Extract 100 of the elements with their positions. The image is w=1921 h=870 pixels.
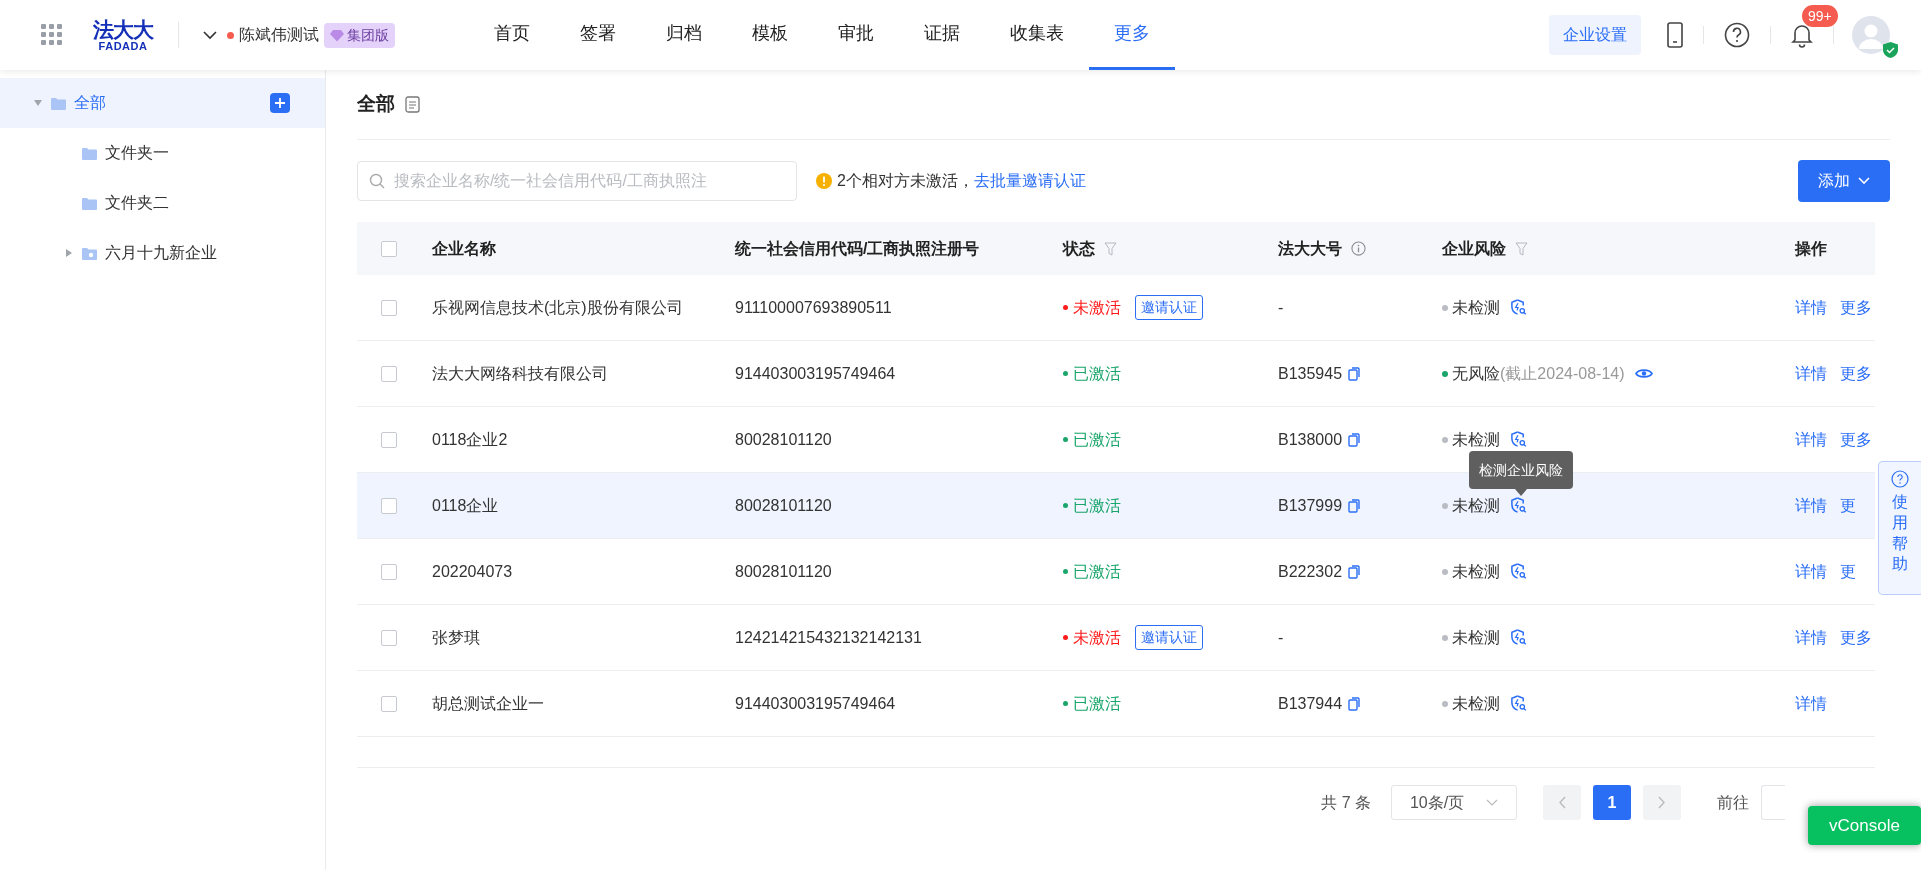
row-action-link[interactable]: 更 [1840, 559, 1856, 584]
risk-text: 未检测 [1452, 495, 1500, 516]
credit-code: 914403003195749464 [735, 693, 897, 714]
checkbox[interactable] [381, 365, 397, 382]
invite-button[interactable]: 邀请认证 [1135, 295, 1203, 320]
nav-tab[interactable]: 收集表 [985, 0, 1089, 70]
shield-search-icon[interactable] [1510, 497, 1527, 514]
batch-invite-link[interactable]: 去批量邀请认证 [973, 169, 1086, 193]
column-header: 统一社会信用代码/工商执照注册号 [735, 238, 980, 259]
nav-tab[interactable]: 首页 [469, 0, 555, 70]
checkbox[interactable] [381, 299, 397, 316]
status-text: 已激活 [1073, 429, 1121, 450]
chevron-down-icon [1486, 799, 1499, 806]
copy-icon[interactable] [1348, 432, 1361, 447]
risk-text: 未检测 [1452, 297, 1500, 318]
phone-icon[interactable] [1667, 22, 1683, 48]
copy-icon[interactable] [1348, 564, 1361, 579]
shield-search-icon[interactable] [1510, 563, 1527, 580]
verified-shield-icon [1883, 42, 1898, 58]
checkbox[interactable] [381, 695, 397, 712]
copy-icon[interactable] [1348, 498, 1361, 513]
search-icon [369, 173, 385, 189]
add-folder-icon[interactable] [270, 93, 290, 113]
shield-search-icon[interactable] [1510, 695, 1527, 712]
copy-icon[interactable] [1348, 696, 1361, 711]
copy-icon[interactable] [1348, 366, 1361, 381]
nav-tab[interactable]: 审批 [813, 0, 899, 70]
info-icon[interactable] [1351, 241, 1366, 256]
bell-icon[interactable] [1791, 22, 1813, 48]
shield-search-icon[interactable] [1510, 299, 1527, 316]
shield-search-icon[interactable] [1510, 629, 1527, 646]
chevron-down-icon [1858, 177, 1870, 185]
page-size-select[interactable]: 10条/页 [1391, 785, 1517, 820]
company-name: 0118企业 [432, 495, 500, 516]
checkbox[interactable] [381, 240, 397, 257]
tree-item[interactable]: 文件夹二 [0, 178, 325, 228]
column-header: 企业风险 [1442, 238, 1506, 259]
caret-icon[interactable] [33, 98, 43, 108]
goto-label: 前往 [1717, 792, 1749, 813]
row-action-link[interactable]: 更 [1840, 493, 1856, 518]
credit-code: 914403003195749464 [735, 363, 897, 384]
row-action-link[interactable]: 详情 [1795, 493, 1827, 518]
status-text: 未激活 [1073, 297, 1121, 318]
nav-tab[interactable]: 证据 [899, 0, 985, 70]
tree-item[interactable]: 六月十九新企业 [0, 228, 325, 278]
eye-icon[interactable] [1634, 367, 1653, 380]
invite-button[interactable]: 邀请认证 [1135, 625, 1203, 650]
row-action-link[interactable]: 详情 [1795, 559, 1827, 584]
caret-icon[interactable] [64, 248, 74, 258]
page-title: 全部 [357, 92, 395, 117]
nav-tab[interactable]: 签署 [555, 0, 641, 70]
row-action-link[interactable]: 详情 [1795, 427, 1827, 452]
tree-item[interactable]: 全部 [0, 78, 325, 128]
row-action-link[interactable]: 详情 [1795, 361, 1827, 386]
checkbox[interactable] [381, 497, 397, 514]
folder-icon [82, 146, 97, 160]
help-icon[interactable] [1724, 22, 1750, 48]
checkbox[interactable] [381, 431, 397, 448]
fadada-number: B137999 [1278, 495, 1343, 516]
document-icon[interactable] [405, 96, 420, 113]
help-panel[interactable]: 使用帮助 [1878, 461, 1921, 595]
company-name: 0118企业2 [432, 429, 509, 450]
account-name[interactable]: 陈斌伟测试 [239, 23, 319, 47]
row-action-link[interactable]: 详情 [1795, 625, 1827, 650]
shield-search-icon[interactable] [1510, 431, 1527, 448]
status-text: 未激活 [1073, 627, 1121, 648]
row-action-link[interactable]: 更多 [1840, 361, 1872, 386]
nav-tab[interactable]: 归档 [641, 0, 727, 70]
tree-item-label: 六月十九新企业 [105, 243, 217, 263]
risk-date-note: (截止2024-08-14) [1500, 363, 1625, 384]
tree-item[interactable]: 文件夹一 [0, 128, 325, 178]
logo[interactable]: 法大大 FADADA [93, 18, 153, 52]
column-header: 法大大号 [1278, 238, 1342, 259]
chevron-down-icon[interactable] [203, 30, 217, 40]
risk-text: 未检测 [1452, 693, 1500, 714]
company-name: 胡总测试企业一 [432, 693, 545, 714]
chevron-right-icon [1658, 796, 1666, 809]
fadada-number: - [1278, 297, 1284, 318]
row-action-link[interactable]: 详情 [1795, 691, 1827, 716]
avatar[interactable] [1852, 16, 1890, 54]
row-action-link[interactable]: 更多 [1840, 427, 1872, 452]
nav-tab[interactable]: 模板 [727, 0, 813, 70]
checkbox[interactable] [381, 563, 397, 580]
enterprise-settings-button[interactable]: 企业设置 [1549, 15, 1641, 55]
page-jump-field[interactable] [1761, 785, 1785, 820]
row-action-link[interactable]: 更多 [1840, 295, 1872, 320]
column-header: 操作 [1795, 238, 1827, 259]
folder-icon [51, 96, 66, 110]
page-button[interactable]: 1 [1593, 785, 1631, 820]
app-grid-icon[interactable] [41, 24, 63, 46]
tooltip-arrow-icon [1515, 489, 1527, 496]
add-button[interactable]: 添加 [1798, 160, 1890, 202]
row-action-link[interactable]: 详情 [1795, 295, 1827, 320]
status-text: 已激活 [1073, 693, 1121, 714]
risk-text: 未检测 [1452, 429, 1500, 450]
checkbox[interactable] [381, 629, 397, 646]
row-action-link[interactable]: 更多 [1840, 625, 1872, 650]
fadada-number: B138000 [1278, 429, 1343, 450]
total-count: 共 7 条 [1321, 792, 1371, 813]
credit-code: 80028101120 [735, 495, 833, 516]
